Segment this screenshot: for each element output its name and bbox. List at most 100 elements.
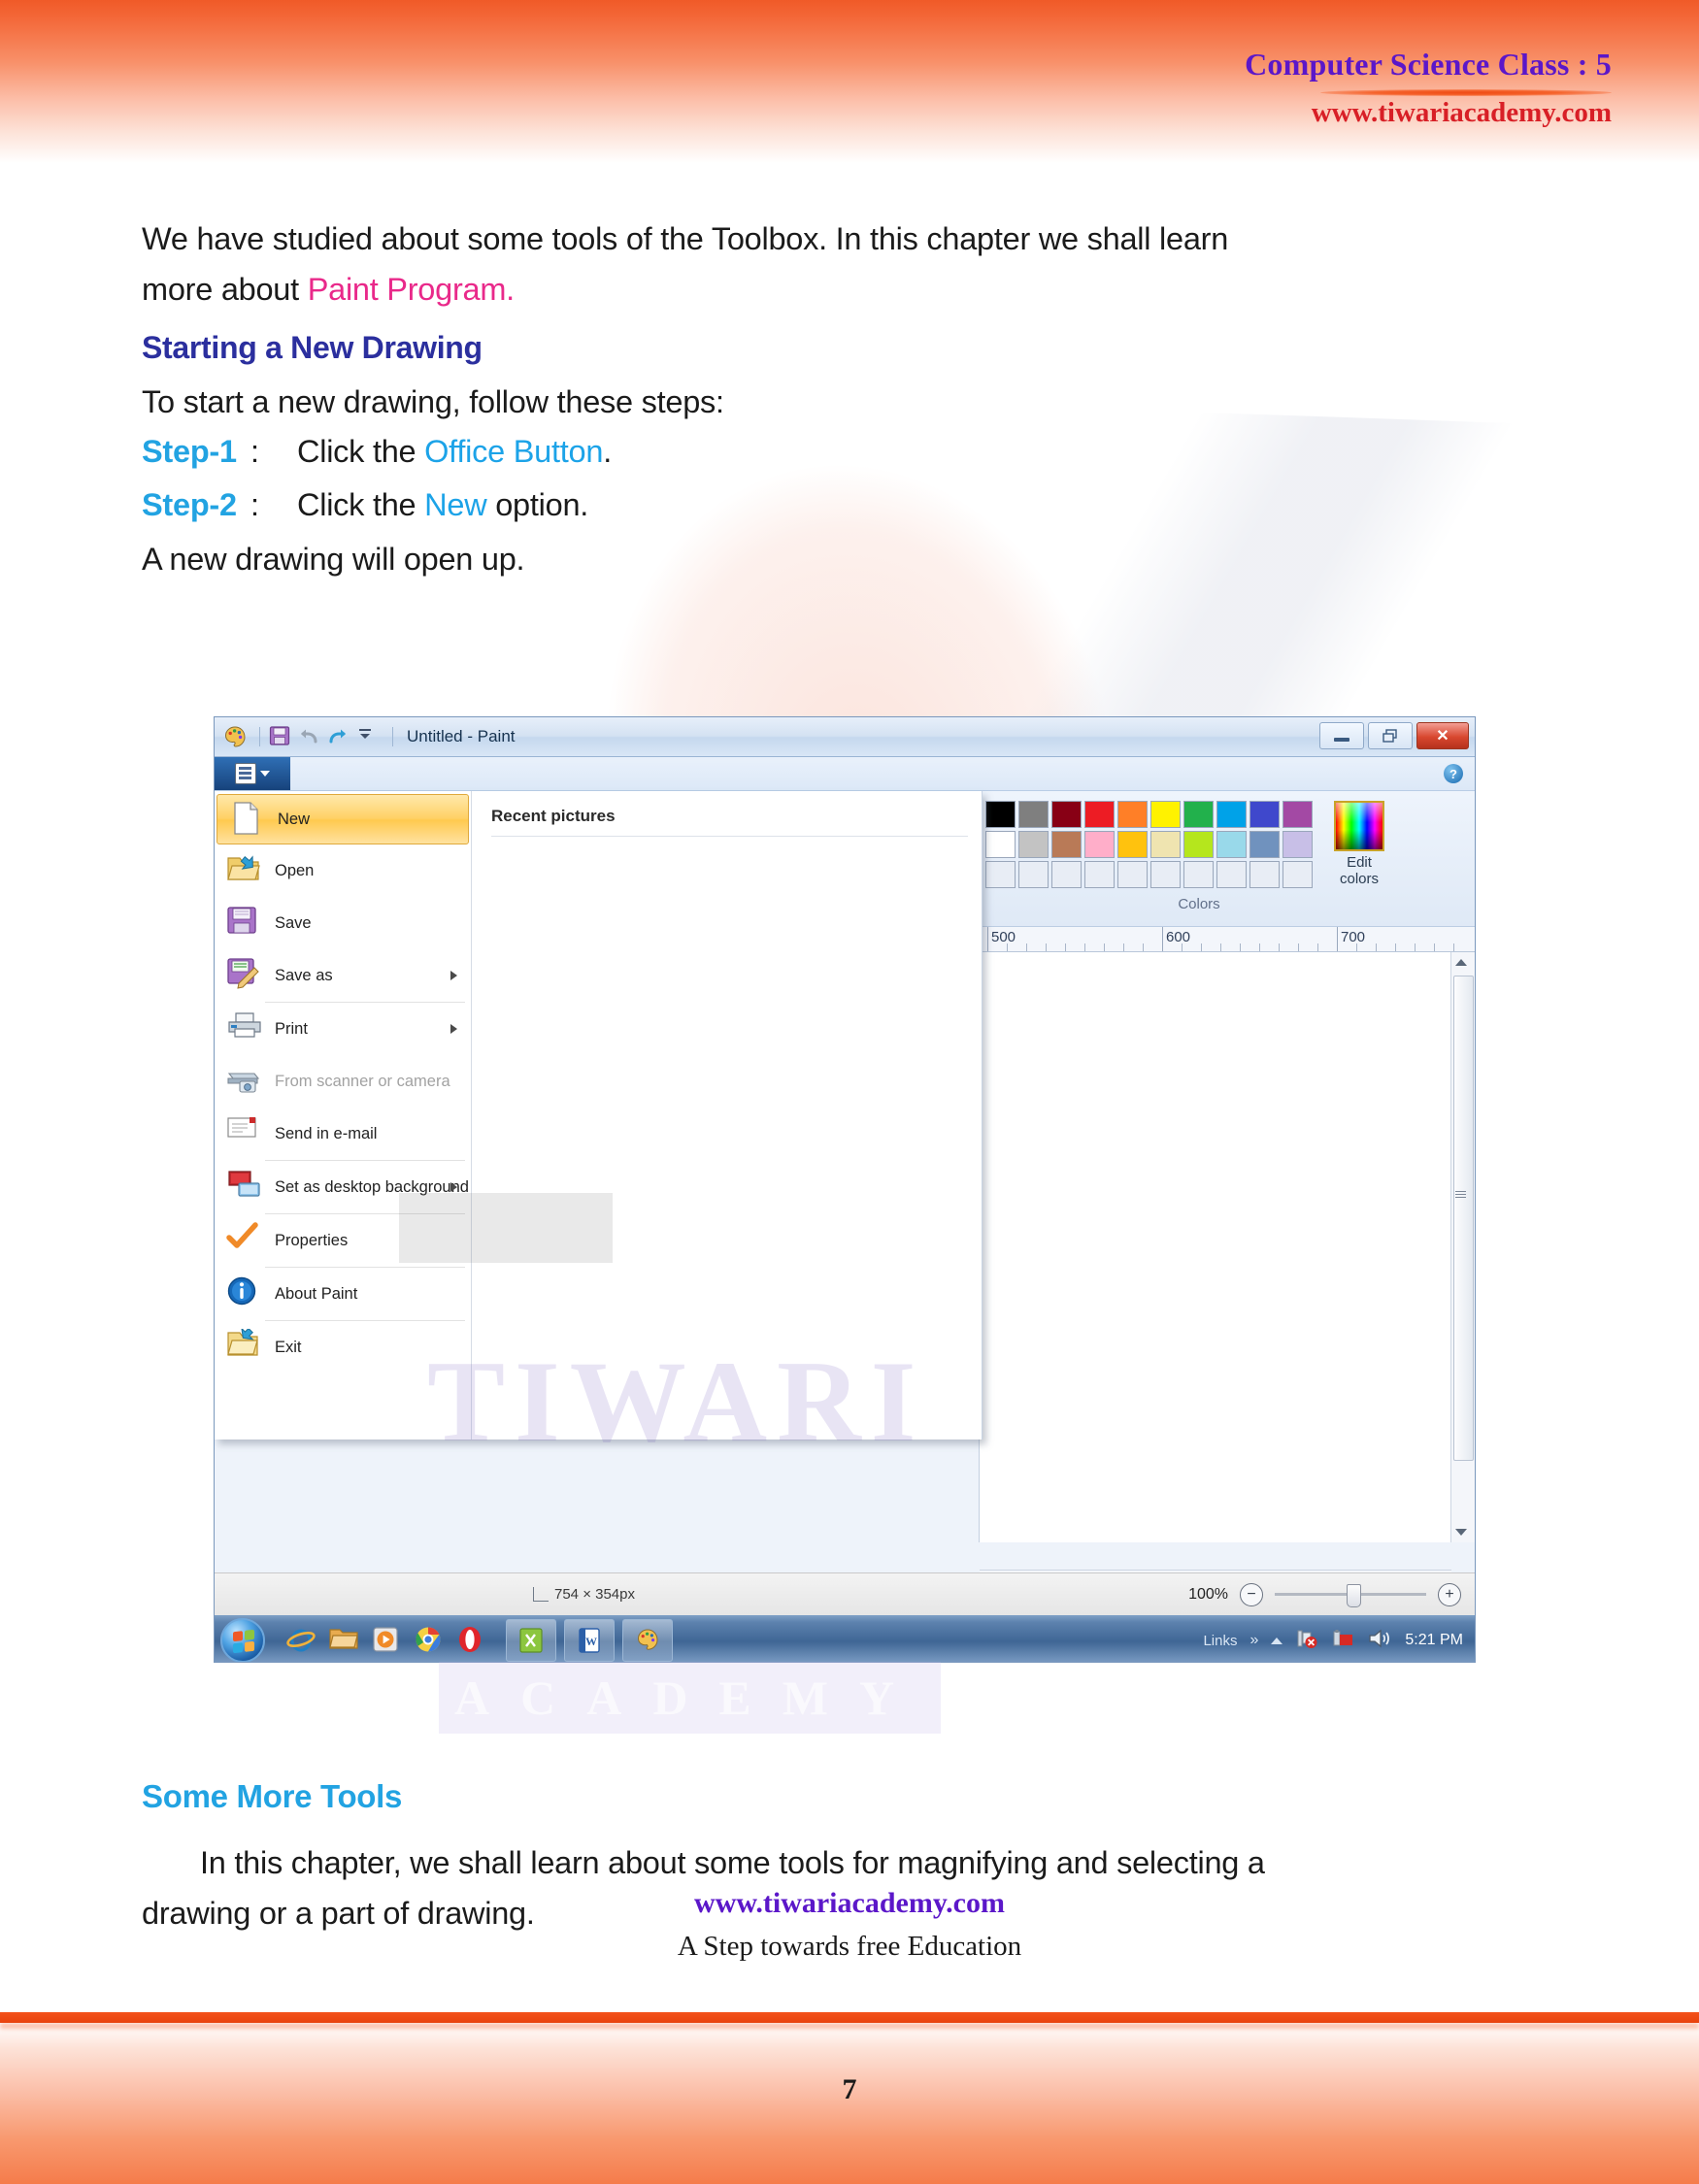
tray-overflow-chevron-icon[interactable]: » (1250, 1632, 1259, 1649)
network-error-icon[interactable] (1295, 1628, 1318, 1654)
menu-item-from-scanner-or-camera[interactable]: From scanner or camera (215, 1055, 471, 1108)
minimize-button[interactable] (1319, 722, 1364, 749)
menu-item-save-as[interactable]: Save as (215, 949, 471, 1002)
color-swatch-empty[interactable] (1283, 861, 1313, 888)
color-swatch[interactable] (985, 801, 1016, 828)
color-swatch[interactable] (1084, 831, 1115, 858)
color-swatch-empty[interactable] (1249, 861, 1280, 888)
color-swatch[interactable] (1117, 801, 1148, 828)
zoom-out-button[interactable]: − (1240, 1582, 1263, 1606)
envelope-icon (226, 1115, 265, 1152)
color-swatch[interactable] (1216, 831, 1247, 858)
tray-show-hidden-icon[interactable] (1271, 1637, 1283, 1644)
restore-button[interactable] (1368, 722, 1413, 749)
color-swatch[interactable] (1183, 801, 1214, 828)
scroll-down-icon[interactable] (1455, 1529, 1467, 1536)
paint-window-button[interactable] (622, 1619, 673, 1662)
color-swatch[interactable] (1249, 831, 1280, 858)
volume-icon[interactable] (1367, 1628, 1392, 1654)
zoom-in-button[interactable]: + (1438, 1582, 1461, 1606)
color-swatch[interactable] (1283, 831, 1313, 858)
backstage-menu-list: New Open Save Save as Print From scanner… (215, 791, 472, 1439)
edit-colors-icon (1334, 801, 1384, 851)
color-swatch-empty[interactable] (1216, 861, 1247, 888)
step-1-text: Click the Office Button. (297, 432, 612, 472)
printer-icon (226, 1010, 265, 1047)
menu-item-about-paint[interactable]: About Paint (215, 1268, 471, 1320)
open-windows-area: W (506, 1619, 673, 1662)
exit-folder-icon (226, 1327, 265, 1366)
footer-site-url: www.tiwariacademy.com (694, 1887, 1005, 1919)
close-button[interactable]: ✕ (1416, 722, 1469, 749)
color-swatch[interactable] (1051, 801, 1082, 828)
menu-item-label: Exit (275, 1338, 302, 1356)
vertical-scrollbar[interactable] (1450, 952, 1475, 1542)
undo-icon[interactable] (297, 724, 322, 749)
menu-item-new[interactable]: New (217, 794, 469, 844)
clock-time[interactable]: 5:21 PM (1405, 1632, 1463, 1649)
page-watermark-secondary: ACADEMY (439, 1662, 942, 1734)
paint-palette-icon[interactable] (222, 724, 248, 749)
menu-item-print[interactable]: Print (215, 1003, 471, 1055)
menu-hover-shade (399, 1193, 613, 1263)
drawing-canvas[interactable] (979, 952, 1475, 1542)
menu-item-send-in-email[interactable]: Send in e-mail (215, 1108, 471, 1160)
save-icon[interactable] (268, 724, 293, 749)
office-button-emphasis: Office Button (424, 433, 604, 469)
paint-application-screenshot: Untitled - Paint ✕ ? Edit colors Colors … (214, 716, 1476, 1663)
color-swatch[interactable] (1249, 801, 1280, 828)
submenu-arrow-icon (450, 1182, 457, 1192)
color-swatch[interactable] (1150, 831, 1181, 858)
menu-item-open[interactable]: Open (215, 844, 471, 897)
color-swatch[interactable] (1150, 801, 1181, 828)
redo-icon[interactable] (326, 724, 351, 749)
header-divider (1320, 89, 1612, 96)
color-swatch[interactable] (1018, 831, 1049, 858)
internet-explorer-icon[interactable] (286, 1626, 316, 1655)
color-swatch[interactable] (985, 831, 1016, 858)
color-swatch[interactable] (1051, 831, 1082, 858)
closing-paragraph-line1: In this chapter, we shall learn about so… (200, 1844, 1265, 1880)
excel-window-button[interactable] (506, 1619, 556, 1662)
document-page: Computer Science Class : 5 www.tiwariaca… (0, 0, 1699, 2184)
ruler-label: 600 (1166, 929, 1191, 945)
paint-body-area: Edit colors Colors 500 600 700 New Open … (215, 791, 1475, 1662)
menu-item-label: Properties (275, 1231, 349, 1249)
start-button[interactable] (220, 1618, 265, 1662)
color-swatch-empty[interactable] (1018, 861, 1049, 888)
color-swatch-empty[interactable] (1150, 861, 1181, 888)
color-swatch[interactable] (1117, 831, 1148, 858)
color-swatch-empty[interactable] (1051, 861, 1082, 888)
zoom-slider-thumb[interactable] (1347, 1584, 1361, 1607)
system-tray: Links » 5:21 PM (1203, 1628, 1475, 1654)
word-window-button[interactable]: W (564, 1619, 615, 1662)
chrome-icon[interactable] (415, 1626, 444, 1655)
action-center-icon[interactable] (1331, 1628, 1354, 1654)
color-swatch-empty[interactable] (1117, 861, 1148, 888)
paint-ribbon-row: ? (215, 757, 1475, 791)
color-swatch-empty[interactable] (1084, 861, 1115, 888)
color-swatch[interactable] (1183, 831, 1214, 858)
edit-colors-button[interactable]: Edit colors (1324, 801, 1394, 888)
opera-icon[interactable] (457, 1626, 486, 1655)
tray-links-label[interactable]: Links (1203, 1633, 1237, 1649)
zoom-slider-track[interactable] (1275, 1584, 1426, 1607)
color-swatch[interactable] (1283, 801, 1313, 828)
vertical-scrollbar-thumb[interactable] (1453, 976, 1474, 1461)
windows-explorer-icon[interactable] (329, 1626, 358, 1655)
scroll-up-icon[interactable] (1455, 959, 1467, 966)
color-swatch-empty[interactable] (1183, 861, 1214, 888)
qat-separator-1 (259, 727, 260, 746)
ruler-label: 500 (991, 929, 1016, 945)
menu-item-save[interactable]: Save (215, 897, 471, 949)
color-swatch-empty[interactable] (985, 861, 1016, 888)
color-swatch[interactable] (1084, 801, 1115, 828)
color-swatch[interactable] (1216, 801, 1247, 828)
footer-tagline: A Step towards free Education (677, 1931, 1022, 1962)
office-button[interactable] (215, 757, 290, 790)
media-player-icon[interactable] (372, 1626, 401, 1655)
color-swatch[interactable] (1018, 801, 1049, 828)
help-icon[interactable]: ? (1444, 764, 1463, 783)
customize-qat-icon[interactable] (355, 724, 381, 749)
menu-item-exit[interactable]: Exit (215, 1321, 471, 1373)
